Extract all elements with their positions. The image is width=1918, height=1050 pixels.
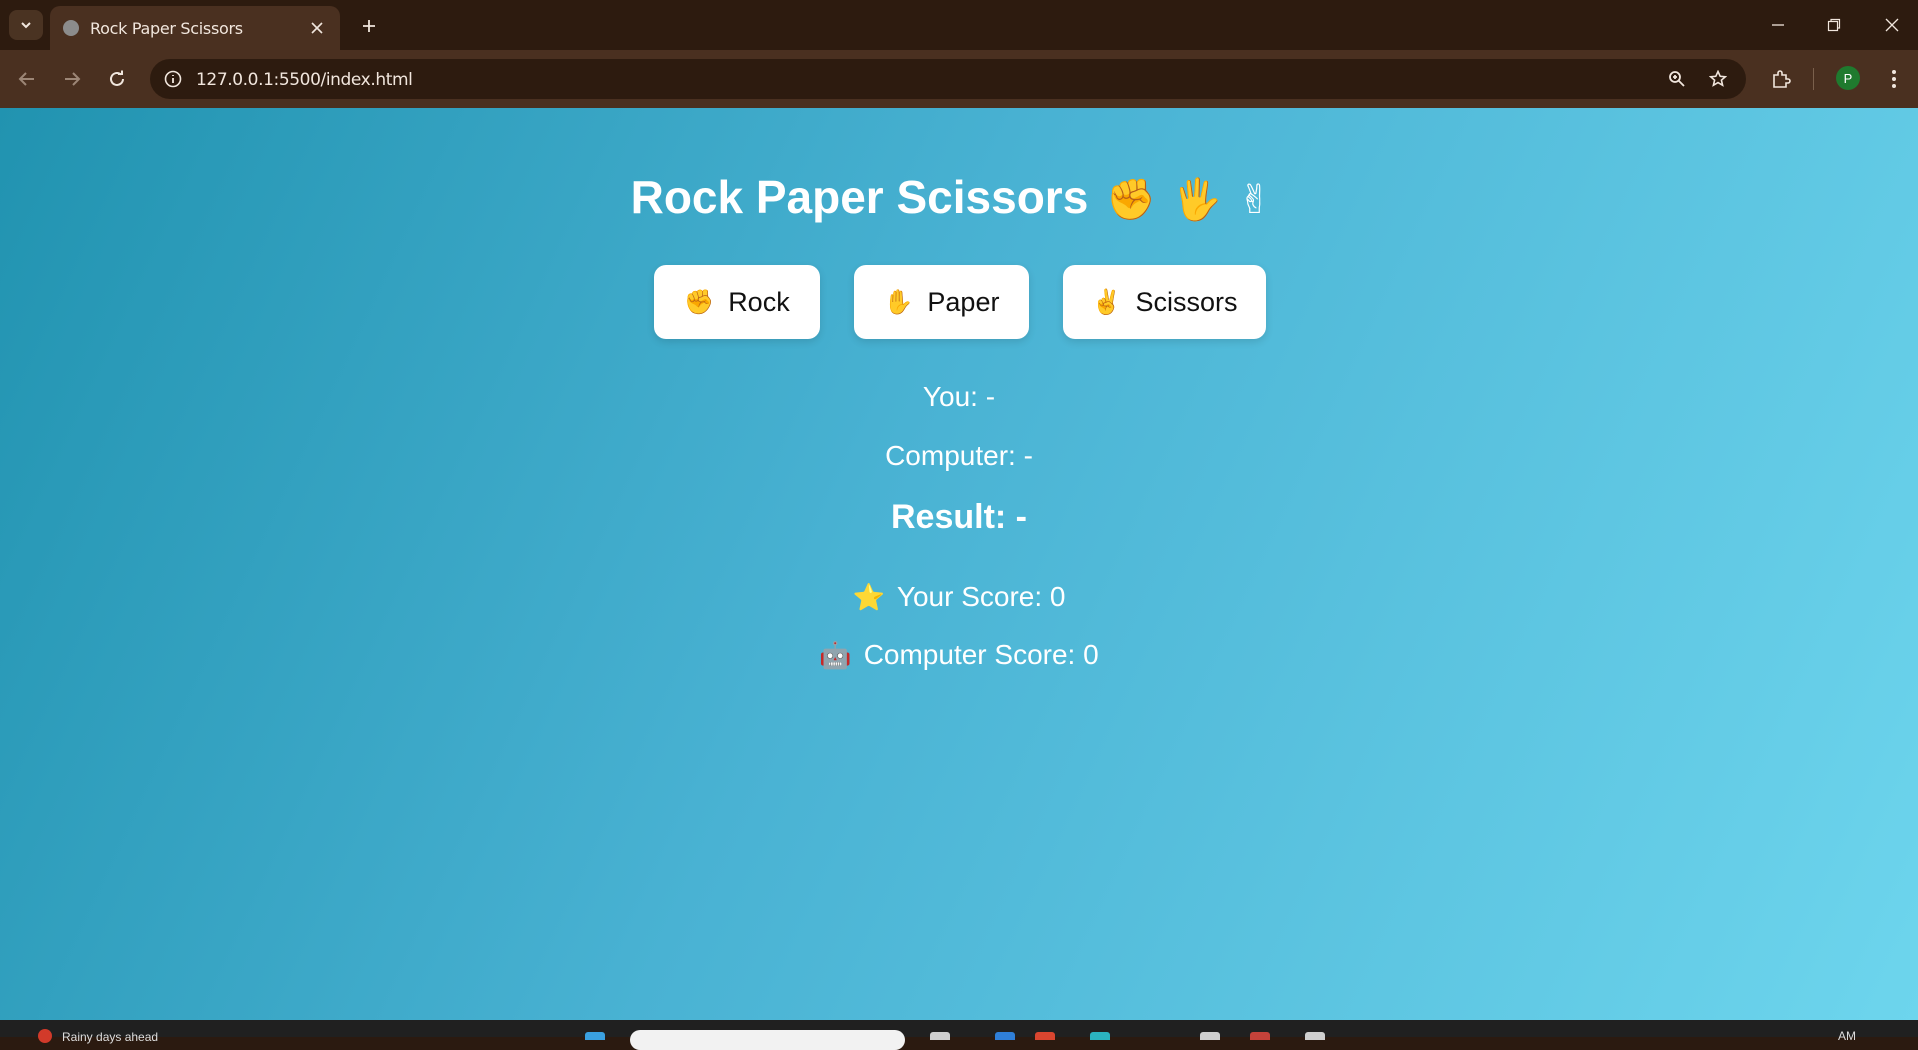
close-icon bbox=[311, 22, 323, 34]
scissors-label: Scissors bbox=[1135, 286, 1238, 317]
chrome-taskbar-icon[interactable] bbox=[1250, 1032, 1270, 1040]
browser-tab[interactable]: Rock Paper Scissors bbox=[50, 6, 340, 50]
reload-icon bbox=[110, 70, 124, 86]
taskbar-app-icon[interactable] bbox=[1305, 1032, 1325, 1040]
tab-search-button[interactable] bbox=[9, 10, 43, 40]
close-icon bbox=[1885, 18, 1899, 32]
taskbar-app-icon[interactable] bbox=[1090, 1032, 1110, 1040]
computer-score: 🤖 Computer Score: 0 bbox=[0, 639, 1918, 671]
tab-close-button[interactable] bbox=[306, 17, 328, 39]
rock-label: Rock bbox=[728, 286, 790, 317]
site-info-button[interactable] bbox=[160, 66, 186, 92]
computer-choice: Computer: - bbox=[885, 440, 1033, 471]
restore-icon bbox=[1827, 18, 1841, 32]
hand-emojis-icon: ✊🖐✌ bbox=[1106, 178, 1288, 222]
rock-button[interactable]: ✊ Rock bbox=[654, 265, 820, 339]
reload-button[interactable] bbox=[101, 63, 133, 95]
url-text: 127.0.0.1:5500/index.html bbox=[196, 70, 413, 90]
game-page: Rock Paper Scissors ✊🖐✌ ✊ Rock ✋ Paper ✌ … bbox=[0, 108, 1918, 1020]
star-icon bbox=[1709, 70, 1727, 87]
minimize-icon bbox=[1772, 24, 1784, 26]
zoom-button[interactable] bbox=[1664, 66, 1690, 92]
bookmark-button[interactable] bbox=[1705, 66, 1731, 92]
plus-icon bbox=[363, 20, 375, 32]
tab-search-icon bbox=[21, 22, 31, 29]
tab-strip: Rock Paper Scissors bbox=[0, 0, 1918, 50]
zoom-icon bbox=[1669, 71, 1685, 87]
taskbar-app-icon[interactable] bbox=[995, 1032, 1015, 1040]
taskbar-clock[interactable]: AM bbox=[1838, 1029, 1856, 1043]
address-bar[interactable]: 127.0.0.1:5500/index.html bbox=[150, 59, 1746, 99]
victory-hand-icon: ✌ bbox=[1091, 288, 1122, 316]
browser-menu-button[interactable] bbox=[1878, 63, 1910, 95]
restore-button[interactable] bbox=[1814, 10, 1854, 40]
taskbar-search[interactable] bbox=[630, 1030, 905, 1050]
title-text: Rock Paper Scissors bbox=[630, 171, 1089, 223]
round-result: Result: - bbox=[891, 498, 1027, 536]
extensions-icon bbox=[1773, 70, 1791, 88]
paper-button[interactable]: ✋ Paper bbox=[854, 265, 1029, 339]
taskbar-app-icon[interactable] bbox=[1035, 1032, 1055, 1040]
scissors-button[interactable]: ✌ Scissors bbox=[1063, 265, 1266, 339]
forward-button[interactable] bbox=[56, 63, 88, 95]
player-choice: You: - bbox=[922, 381, 996, 412]
taskbar-app-icon[interactable] bbox=[930, 1032, 950, 1040]
weather-text[interactable]: Rainy days ahead bbox=[62, 1030, 158, 1044]
site-info-icon bbox=[164, 70, 182, 88]
back-button[interactable] bbox=[11, 63, 43, 95]
menu-dots-icon bbox=[1892, 70, 1896, 88]
browser-toolbar: 127.0.0.1:5500/index.html P bbox=[0, 50, 1918, 108]
profile-avatar[interactable]: P bbox=[1836, 66, 1860, 90]
taskbar-app-icon[interactable] bbox=[1200, 1032, 1220, 1040]
forward-arrow-icon bbox=[65, 72, 81, 86]
robot-icon: 🤖 bbox=[819, 640, 852, 670]
hand-icon: ✋ bbox=[883, 288, 914, 316]
start-icon[interactable] bbox=[585, 1032, 605, 1040]
extensions-button[interactable] bbox=[1765, 63, 1797, 95]
computer-score-text: Computer Score: 0 bbox=[863, 639, 1099, 670]
os-taskbar: Rainy days ahead AM bbox=[0, 1020, 1918, 1050]
player-score-text: Your Score: 0 bbox=[896, 581, 1066, 612]
back-arrow-icon bbox=[18, 72, 34, 86]
globe-icon bbox=[63, 20, 79, 36]
new-tab-button[interactable] bbox=[355, 12, 383, 40]
fist-icon: ✊ bbox=[684, 288, 715, 316]
star-icon: ⭐ bbox=[852, 582, 885, 612]
minimize-button[interactable] bbox=[1758, 10, 1798, 40]
player-score: ⭐ Your Score: 0 bbox=[0, 581, 1918, 613]
close-window-button[interactable] bbox=[1872, 10, 1912, 40]
page-title: Rock Paper Scissors ✊🖐✌ bbox=[0, 170, 1918, 224]
toolbar-divider bbox=[1813, 68, 1814, 90]
weather-icon[interactable] bbox=[38, 1029, 52, 1043]
tab-title: Rock Paper Scissors bbox=[90, 19, 243, 38]
paper-label: Paper bbox=[927, 286, 1000, 317]
